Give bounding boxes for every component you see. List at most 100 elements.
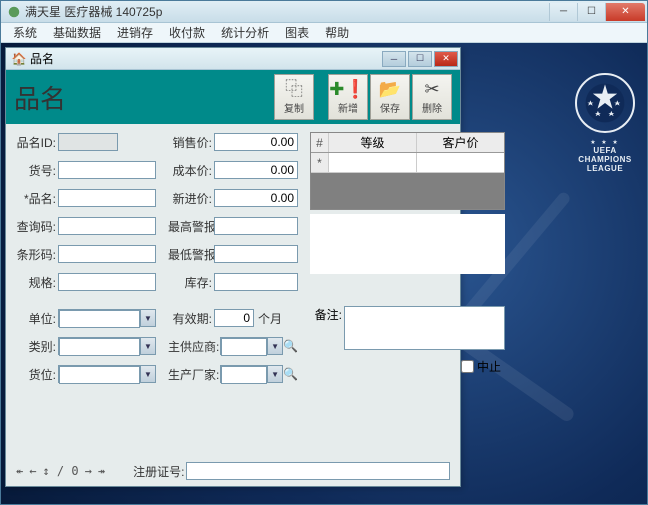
chevron-down-icon[interactable]: ▼ xyxy=(140,338,155,354)
grid-col-dengji: 等级 xyxy=(329,133,417,152)
chevron-down-icon[interactable]: ▼ xyxy=(140,310,155,326)
starball-icon xyxy=(575,73,635,133)
zhongzhi-checkbox[interactable] xyxy=(461,360,474,373)
grid-rowhead-col: # xyxy=(311,133,329,152)
ucl-uefa: UEFA xyxy=(575,146,635,155)
zhucehao-field[interactable] xyxy=(186,462,450,480)
grid-new-row[interactable]: * xyxy=(311,153,504,173)
ucl-champions: CHAMPIONS xyxy=(575,155,635,164)
youxiaoqi-label: 有效期: xyxy=(168,310,214,327)
nav-first-button[interactable]: ↞ xyxy=(16,464,23,478)
modal-header: 品名 ⿻ 复制 ✚❗ 新增 xyxy=(6,70,460,124)
grid-body xyxy=(311,173,504,209)
ucl-stars: ★ ★ ★ xyxy=(575,139,635,146)
menu-payments[interactable]: 收付款 xyxy=(161,22,213,43)
blank-panel xyxy=(310,214,505,274)
huohao-label: 货号: xyxy=(16,162,58,179)
zuidijingbao-field[interactable] xyxy=(214,245,298,263)
pmid-field[interactable] xyxy=(58,133,118,151)
xinjinjia-field[interactable] xyxy=(214,189,298,207)
form-area: 品名ID: 货号: *品名: 查询码: 条形码: 规格: 单位:▼ 类别:▼ 货… xyxy=(6,124,460,486)
nav-last-button[interactable]: ↠ xyxy=(98,464,105,478)
zuidijingbao-label: 最低警报: xyxy=(168,246,214,263)
menu-stats[interactable]: 统计分析 xyxy=(213,22,277,43)
nav-position: ↕ / 0 xyxy=(42,464,78,478)
search-icon[interactable]: 🔍 xyxy=(283,367,298,381)
xinjinjia-label: 新进价: xyxy=(168,190,214,207)
search-icon[interactable]: 🔍 xyxy=(283,339,298,353)
pinming-label: *品名: xyxy=(16,190,58,207)
chevron-down-icon[interactable]: ▼ xyxy=(267,366,282,382)
xiaoshoujia-label: 销售价: xyxy=(168,134,214,151)
modal-titlebar: 🏠 品名 ─ ☐ ✕ xyxy=(6,48,460,70)
leibie-combo[interactable]: ▼ xyxy=(58,337,156,355)
huowei-combo[interactable]: ▼ xyxy=(58,365,156,383)
menu-help[interactable]: 帮助 xyxy=(317,22,357,43)
tiaoxingma-label: 条形码: xyxy=(16,246,58,263)
menu-chart[interactable]: 图表 xyxy=(277,22,317,43)
zhugongyingshang-combo[interactable]: ▼ xyxy=(220,337,283,355)
chevron-down-icon[interactable]: ▼ xyxy=(267,338,282,354)
youxiaoqi-field[interactable] xyxy=(214,309,254,327)
champions-league-logo: ★ ★ ★ UEFA CHAMPIONS LEAGUE xyxy=(575,73,635,173)
main-window: 满天星 医疗器械 140725p ─ ☐ ✕ 系统 基础数据 进销存 收付款 统… xyxy=(0,0,648,505)
window-controls: ─ ☐ ✕ xyxy=(549,3,645,21)
copy-button[interactable]: ⿻ 复制 xyxy=(274,74,314,120)
huohao-field[interactable] xyxy=(58,161,156,179)
titlebar: 满天星 医疗器械 140725p ─ ☐ ✕ xyxy=(1,1,647,23)
zhugongyingshang-label: 主供应商: xyxy=(168,338,220,355)
window-title: 满天星 医疗器械 140725p xyxy=(25,3,549,20)
chengbenjia-label: 成本价: xyxy=(168,162,214,179)
grid-header-row: # 等级 客户价 xyxy=(311,133,504,153)
nav-prev-button[interactable]: ← xyxy=(29,464,36,478)
shengchanchangjia-label: 生产厂家: xyxy=(168,366,220,383)
copy-icon: ⿻ xyxy=(285,80,303,98)
danwei-combo[interactable]: ▼ xyxy=(58,309,156,327)
ucl-league: LEAGUE xyxy=(575,164,635,173)
delete-button[interactable]: ✂ 删除 xyxy=(412,74,452,120)
price-grid[interactable]: # 等级 客户价 * xyxy=(310,132,505,210)
zuigaojingbao-label: 最高警报: xyxy=(168,218,214,235)
guige-label: 规格: xyxy=(16,274,58,291)
chaxunma-label: 查询码: xyxy=(16,218,58,235)
guige-field[interactable] xyxy=(58,273,156,291)
grid-new-marker: * xyxy=(311,153,329,172)
desktop-background: ★ ★ ★ UEFA CHAMPIONS LEAGUE 🏠 品名 ─ ☐ ✕ 品… xyxy=(1,43,647,504)
danwei-label: 单位: xyxy=(16,310,58,327)
pinming-field[interactable] xyxy=(58,189,156,207)
menu-basedata[interactable]: 基础数据 xyxy=(45,22,109,43)
home-icon: 🏠 xyxy=(12,52,26,66)
product-name-window: 🏠 品名 ─ ☐ ✕ 品名 ⿻ 复制 xyxy=(5,47,461,487)
pmid-label: 品名ID: xyxy=(16,134,58,151)
menu-system[interactable]: 系统 xyxy=(5,22,45,43)
chevron-down-icon[interactable]: ▼ xyxy=(140,366,155,382)
minimize-button[interactable]: ─ xyxy=(549,3,577,21)
kucun-field[interactable] xyxy=(214,273,298,291)
chengbenjia-field[interactable] xyxy=(214,161,298,179)
shengchanchangjia-combo[interactable]: ▼ xyxy=(220,365,283,383)
maximize-button[interactable]: ☐ xyxy=(577,3,605,21)
kucun-label: 库存: xyxy=(168,274,214,291)
close-button[interactable]: ✕ xyxy=(605,3,645,21)
menu-inventory[interactable]: 进销存 xyxy=(109,22,161,43)
beizhu-label: 备注: xyxy=(310,306,344,323)
modal-close-button[interactable]: ✕ xyxy=(434,51,458,67)
tiaoxingma-field[interactable] xyxy=(58,245,156,263)
chaxunma-field[interactable] xyxy=(58,217,156,235)
page-title: 品名 xyxy=(14,79,66,116)
grid-col-kehujia: 客户价 xyxy=(417,133,504,152)
modal-maximize-button[interactable]: ☐ xyxy=(408,51,432,67)
modal-minimize-button[interactable]: ─ xyxy=(382,51,406,67)
youxiaoqi-unit: 个月 xyxy=(258,310,282,327)
zuigaojingbao-field[interactable] xyxy=(214,217,298,235)
beizhu-field[interactable] xyxy=(344,306,505,350)
xiaoshoujia-field[interactable] xyxy=(214,133,298,151)
new-button[interactable]: ✚❗ 新增 xyxy=(328,74,368,120)
leibie-label: 类别: xyxy=(16,338,58,355)
zhongzhi-label: 中止 xyxy=(477,358,501,375)
menubar: 系统 基础数据 进销存 收付款 统计分析 图表 帮助 xyxy=(1,23,647,43)
toolbar: ⿻ 复制 ✚❗ 新增 📂 保存 xyxy=(274,74,452,120)
app-icon xyxy=(7,5,21,19)
nav-next-button[interactable]: → xyxy=(85,464,92,478)
save-button[interactable]: 📂 保存 xyxy=(370,74,410,120)
